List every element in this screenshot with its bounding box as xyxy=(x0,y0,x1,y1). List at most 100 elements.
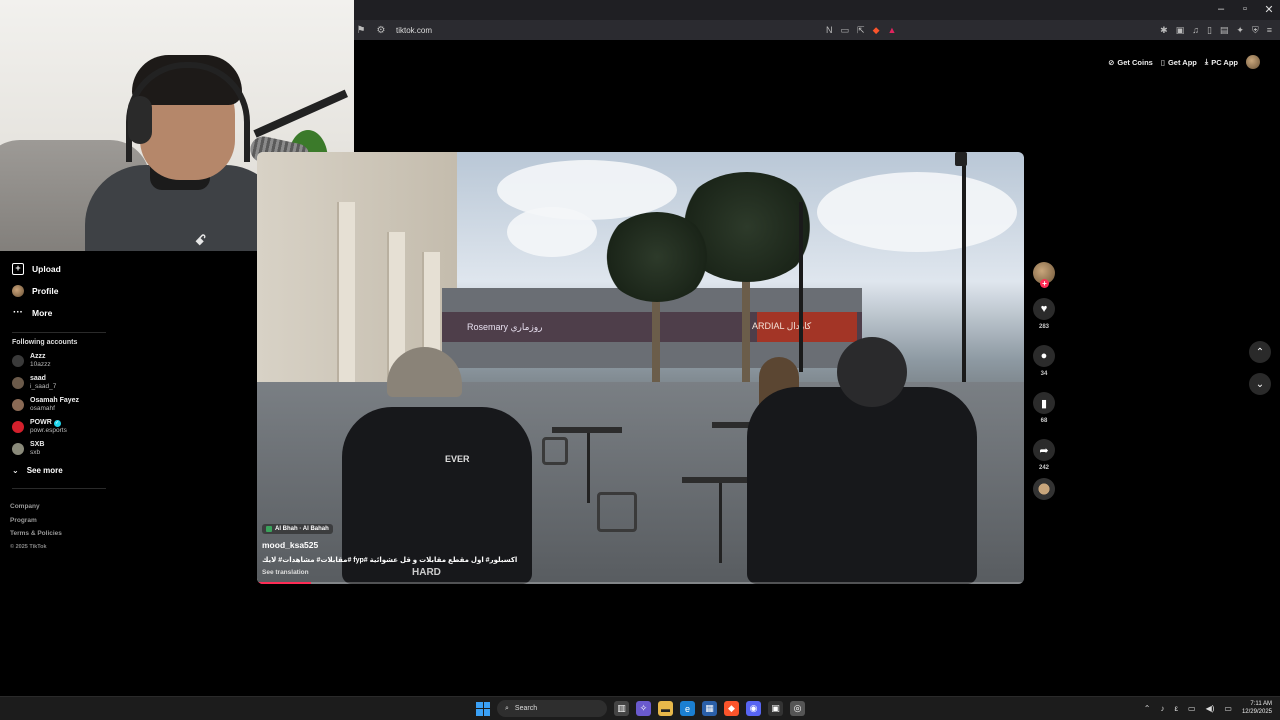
clock[interactable]: 7:11 AM 12/29/2025 xyxy=(1242,700,1272,716)
sidebar-item-more[interactable]: ··· More xyxy=(0,302,120,324)
task-view-icon[interactable]: ▥ xyxy=(614,701,629,716)
get-coins-button[interactable]: ⊘ Get Coins xyxy=(1108,58,1153,67)
share-button[interactable]: ➦ xyxy=(1033,439,1055,461)
person-foreground-right xyxy=(747,387,977,584)
avatar xyxy=(12,443,24,455)
copilot-icon[interactable]: ✧ xyxy=(636,701,651,716)
cloud xyxy=(507,207,597,257)
pc-app-button[interactable]: ⤓ PC App xyxy=(1205,57,1238,67)
file-explorer-icon[interactable]: ▬ xyxy=(658,701,673,716)
street-lamp xyxy=(799,202,803,372)
vpn-icon[interactable]: ⛨ xyxy=(1252,25,1259,36)
account-handle: powr.esports xyxy=(30,427,67,434)
person-head xyxy=(837,337,907,407)
following-title: Following accounts xyxy=(12,339,78,346)
avatar xyxy=(12,355,24,367)
sidebar-toggle-icon[interactable]: ▯ xyxy=(1207,25,1212,36)
site-info-icon[interactable]: ⚙ xyxy=(376,25,386,36)
heart-icon: ♥ xyxy=(1040,303,1048,315)
cast-icon[interactable]: ▭ xyxy=(841,25,850,36)
search-icon: ⌕ xyxy=(505,704,509,712)
bookmark-icon[interactable]: ⚑ xyxy=(356,25,366,36)
previous-video-button[interactable]: ⌃ xyxy=(1249,341,1271,363)
wallet-icon[interactable]: ▣ xyxy=(1176,25,1185,36)
chair xyxy=(542,437,568,465)
minimize-button[interactable]: – xyxy=(1216,3,1226,16)
share-icon[interactable]: ⇱ xyxy=(857,25,865,36)
video-author[interactable]: mood_ksa525 xyxy=(262,540,517,550)
sidebar-item-upload[interactable]: + Upload xyxy=(0,258,120,280)
chevron-down-icon: ⌄ xyxy=(12,465,19,475)
taskbar-search[interactable]: ⌕ Search xyxy=(497,700,607,717)
discord-icon[interactable]: ◉ xyxy=(746,701,761,716)
video-player[interactable]: Rosemary روزماري ARDIAL كاردال EVER HARD… xyxy=(257,152,1024,584)
sidebar-item-profile[interactable]: Profile xyxy=(0,280,120,302)
coin-icon: ⊘ xyxy=(1108,57,1115,67)
account-handle: i_saad_7 xyxy=(30,383,57,390)
account-name: saad xyxy=(30,375,46,382)
video-progress-bar[interactable] xyxy=(257,582,1024,584)
follow-plus-icon[interactable]: + xyxy=(1040,279,1049,288)
maximize-button[interactable]: ▫ xyxy=(1240,3,1250,16)
extensions-icon[interactable]: ✱ xyxy=(1160,25,1168,36)
save-button[interactable]: ▮ xyxy=(1033,392,1055,414)
verified-badge-icon: ✓ xyxy=(53,419,61,427)
following-account[interactable]: Azzz 10azzz xyxy=(0,350,120,372)
following-account[interactable]: Osamah Fayez osamahf xyxy=(0,394,120,416)
account-name: Osamah Fayez xyxy=(30,397,80,404)
footer-company[interactable]: Company xyxy=(10,503,120,517)
language-indicator[interactable]: ε xyxy=(1174,704,1178,713)
close-window-button[interactable]: ✕ xyxy=(1264,3,1274,16)
divider xyxy=(12,332,106,333)
reader-icon[interactable]: N xyxy=(826,25,833,36)
avatar xyxy=(12,377,24,389)
comment-count: 34 xyxy=(1040,371,1048,377)
brave-rewards-icon[interactable]: ▲ xyxy=(887,25,896,36)
media-icon[interactable]: ♫ xyxy=(1192,25,1199,36)
share-arrow-icon: ➦ xyxy=(1039,444,1049,457)
headset-earcup xyxy=(128,96,152,144)
leo-icon[interactable]: ✦ xyxy=(1236,25,1244,36)
location-badge[interactable]: Al Bhah · Al Bahah xyxy=(262,524,333,534)
tab-icon[interactable]: ▤ xyxy=(1220,25,1229,36)
creator-avatar[interactable]: + xyxy=(1033,262,1055,288)
see-more-button[interactable]: ⌄ See more xyxy=(0,460,120,480)
avatar xyxy=(12,421,24,433)
footer-program[interactable]: Program xyxy=(10,517,120,531)
download-icon: ⤓ xyxy=(1204,57,1209,66)
edge-icon[interactable]: e xyxy=(680,701,695,716)
following-account[interactable]: SXB sxb xyxy=(0,438,120,460)
get-app-button[interactable]: ▯ Get App xyxy=(1161,58,1197,67)
menu-icon[interactable]: ≡ xyxy=(1267,25,1272,36)
like-button[interactable]: ♥ xyxy=(1033,298,1055,320)
following-account[interactable]: saad i_saad_7 xyxy=(0,372,120,394)
music-disc-icon[interactable] xyxy=(1033,478,1055,500)
start-button[interactable] xyxy=(476,701,490,716)
mic-arm xyxy=(253,89,348,138)
see-translation-link[interactable]: See translation xyxy=(262,569,517,576)
brave-icon[interactable]: ◆ xyxy=(724,701,739,716)
store-icon[interactable]: ▦ xyxy=(702,701,717,716)
table-leg xyxy=(719,483,722,563)
network-icon[interactable]: ▭ xyxy=(1188,704,1196,713)
store-sign: Rosemary روزماري xyxy=(467,322,543,332)
microphone-icon[interactable]: ♪ xyxy=(1160,704,1164,713)
battery-icon[interactable]: ▭ xyxy=(1224,704,1232,713)
save-count: 68 xyxy=(1040,418,1048,424)
comment-button[interactable]: ● xyxy=(1033,345,1055,367)
user-avatar[interactable] xyxy=(1246,55,1260,69)
obs-icon[interactable]: ◎ xyxy=(790,701,805,716)
url-field[interactable]: tiktok.com xyxy=(396,26,432,35)
footer-terms[interactable]: Terms & Policies xyxy=(10,530,120,544)
next-video-button[interactable]: ⌄ xyxy=(1249,373,1271,395)
tray-chevron-icon[interactable]: ⌃ xyxy=(1144,704,1151,713)
volume-icon[interactable]: ◀) xyxy=(1206,704,1215,713)
location-icon xyxy=(266,526,272,532)
account-handle: 10azzz xyxy=(30,361,51,368)
terminal-icon[interactable]: ▣ xyxy=(768,701,783,716)
chevron-up-icon: ⌃ xyxy=(1255,346,1265,358)
brave-shields-icon[interactable]: ◆ xyxy=(873,25,880,36)
video-description: مقابلات# مشاهدات# لايك# fyp# اكسبلور# او… xyxy=(262,557,518,564)
following-account[interactable]: POWR ✓ powr.esports xyxy=(0,416,120,438)
account-handle: sxb xyxy=(30,449,41,456)
